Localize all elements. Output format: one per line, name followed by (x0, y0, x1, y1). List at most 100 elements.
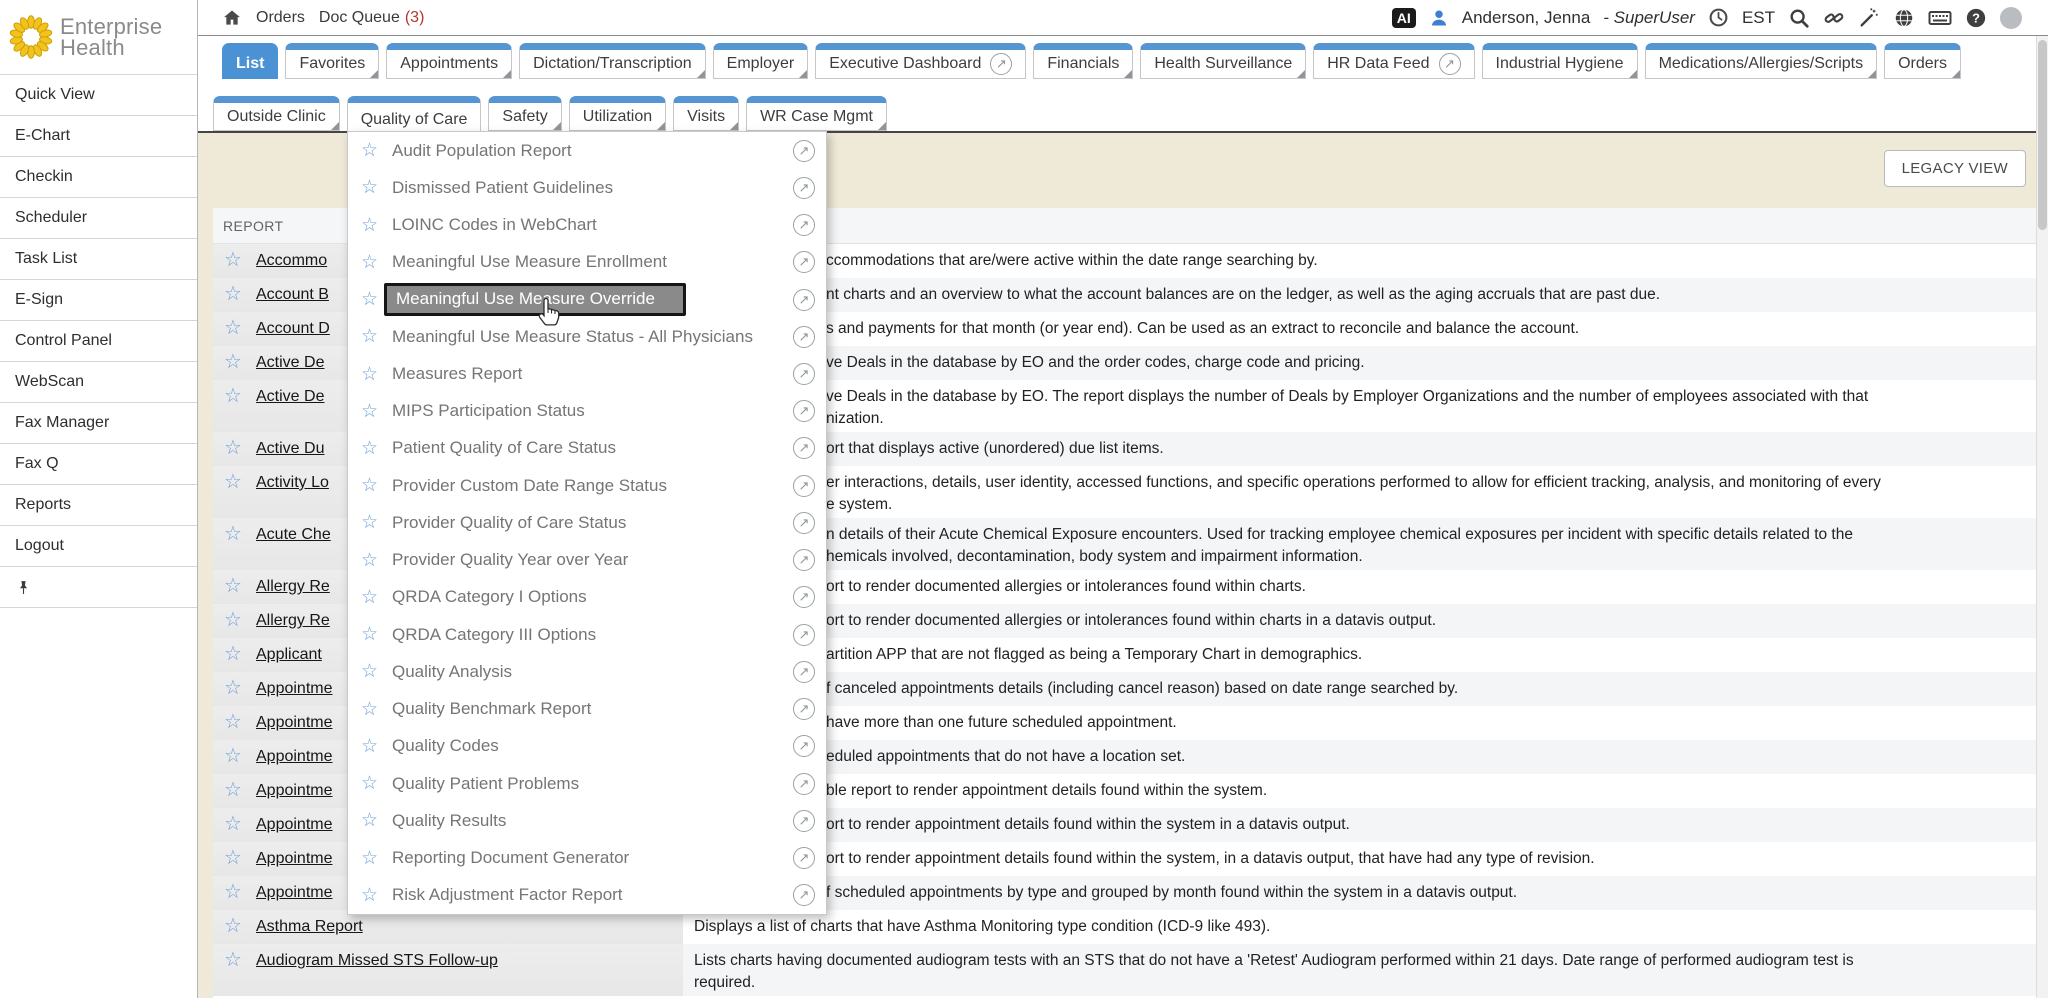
tab-favorites[interactable]: Favorites (285, 43, 379, 79)
tab-utilization[interactable]: Utilization (569, 96, 666, 131)
sidebar-item-quick-view[interactable]: Quick View (0, 75, 197, 116)
pushpin-icon[interactable] (15, 579, 32, 596)
keyboard-icon[interactable] (1928, 6, 1952, 30)
favorite-star-icon[interactable]: ☆ (361, 660, 385, 683)
favorite-star-icon[interactable]: ☆ (218, 847, 248, 876)
menu-item-risk-adjustment-factor-report[interactable]: ☆Risk Adjustment Factor Report↗ (348, 877, 826, 914)
open-report-icon[interactable]: ↗ (793, 698, 815, 720)
globe-icon[interactable] (1893, 7, 1915, 29)
favorite-star-icon[interactable]: ☆ (361, 884, 385, 907)
user-name[interactable]: Anderson, Jenna (1462, 8, 1591, 28)
menu-item-measures-report[interactable]: ☆Measures Report↗ (348, 355, 826, 392)
tab-safety[interactable]: Safety (488, 96, 561, 131)
sidebar-item-task-list[interactable]: Task List (0, 239, 197, 280)
report-link[interactable]: Allergy Re (256, 575, 330, 604)
tab-outside-clinic[interactable]: Outside Clinic (213, 96, 340, 131)
open-report-icon[interactable]: ↗ (793, 400, 815, 422)
favorite-star-icon[interactable]: ☆ (361, 474, 385, 497)
open-report-icon[interactable]: ↗ (793, 289, 815, 311)
sidebar-item-control-panel[interactable]: Control Panel (0, 321, 197, 362)
open-report-icon[interactable]: ↗ (793, 847, 815, 869)
report-link[interactable]: Appointme (256, 779, 333, 808)
tab-appointments[interactable]: Appointments (386, 43, 512, 79)
sidebar-item-e-chart[interactable]: E-Chart (0, 116, 197, 157)
open-report-icon[interactable]: ↗ (793, 140, 815, 162)
menu-item-provider-quality-of-care-status[interactable]: ☆Provider Quality of Care Status↗ (348, 504, 826, 541)
menu-item-provider-quality-year-over-year[interactable]: ☆Provider Quality Year over Year↗ (348, 542, 826, 579)
open-report-icon[interactable]: ↗ (793, 214, 815, 236)
menu-item-mips-participation-status[interactable]: ☆MIPS Participation Status↗ (348, 393, 826, 430)
sidebar-item-fax-q[interactable]: Fax Q (0, 444, 197, 485)
sidebar-item-logout[interactable]: Logout (0, 526, 197, 567)
ai-badge[interactable]: AI (1392, 8, 1416, 28)
report-link[interactable]: Applicant (256, 643, 322, 672)
tab-medications-allergies-scripts[interactable]: Medications/Allergies/Scripts (1645, 43, 1878, 79)
breadcrumb-doc-queue[interactable]: Doc Queue (319, 9, 400, 27)
menu-item-loinc-codes-in-webchart[interactable]: ☆LOINC Codes in WebChart↗ (348, 206, 826, 243)
scrollbar-thumb[interactable] (2038, 40, 2047, 230)
favorite-star-icon[interactable]: ☆ (218, 915, 248, 944)
open-report-icon[interactable]: ↗ (793, 363, 815, 385)
sidebar-item-webscan[interactable]: WebScan (0, 362, 197, 403)
report-link[interactable]: Appointme (256, 847, 333, 876)
favorite-star-icon[interactable]: ☆ (218, 677, 248, 706)
menu-item-meaningful-use-measure-status-all-physicians[interactable]: ☆Meaningful Use Measure Status - All Phy… (348, 318, 826, 355)
favorite-star-icon[interactable]: ☆ (218, 779, 248, 808)
report-link[interactable]: Audiogram Missed STS Follow-up (256, 949, 498, 996)
external-link-icon[interactable]: ↗ (990, 53, 1012, 75)
home-icon[interactable] (222, 8, 242, 28)
favorite-star-icon[interactable]: ☆ (218, 575, 248, 604)
favorite-star-icon[interactable]: ☆ (218, 813, 248, 842)
tab-visits[interactable]: Visits (673, 96, 739, 131)
menu-item-quality-analysis[interactable]: ☆Quality Analysis↗ (348, 653, 826, 690)
tab-industrial-hygiene[interactable]: Industrial Hygiene (1482, 43, 1638, 79)
favorite-star-icon[interactable]: ☆ (361, 139, 385, 162)
report-link[interactable]: Active De (256, 351, 324, 380)
menu-item-quality-benchmark-report[interactable]: ☆Quality Benchmark Report↗ (348, 691, 826, 728)
report-link[interactable]: Acute Che (256, 523, 331, 570)
user-icon[interactable] (1429, 8, 1449, 28)
sidebar-item-e-sign[interactable]: E-Sign (0, 280, 197, 321)
favorite-star-icon[interactable]: ☆ (361, 400, 385, 423)
favorite-star-icon[interactable]: ☆ (361, 549, 385, 572)
menu-item-meaningful-use-measure-override[interactable]: ☆Meaningful Use Measure Override↗ (348, 281, 826, 318)
report-link[interactable]: Appointme (256, 711, 333, 740)
report-link[interactable]: Accommo (256, 249, 327, 278)
tab-quality-of-care[interactable]: Quality of Care (347, 96, 482, 136)
open-report-icon[interactable]: ↗ (793, 884, 815, 906)
report-link[interactable]: Allergy Re (256, 609, 330, 638)
favorite-star-icon[interactable]: ☆ (218, 643, 248, 672)
menu-item-dismissed-patient-guidelines[interactable]: ☆Dismissed Patient Guidelines↗ (348, 169, 826, 206)
open-report-icon[interactable]: ↗ (793, 735, 815, 757)
favorite-star-icon[interactable]: ☆ (218, 437, 248, 466)
menu-item-meaningful-use-measure-enrollment[interactable]: ☆Meaningful Use Measure Enrollment↗ (348, 244, 826, 281)
favorite-star-icon[interactable]: ☆ (361, 847, 385, 870)
favorite-star-icon[interactable]: ☆ (361, 698, 385, 721)
report-link[interactable]: Appointme (256, 881, 333, 910)
search-icon[interactable] (1788, 7, 1810, 29)
favorite-star-icon[interactable]: ☆ (361, 325, 385, 348)
report-link[interactable]: Account D (256, 317, 330, 346)
report-link[interactable]: Account B (256, 283, 329, 312)
favorite-star-icon[interactable]: ☆ (218, 283, 248, 312)
report-link[interactable]: Active De (256, 385, 324, 432)
favorite-star-icon[interactable]: ☆ (361, 288, 385, 311)
menu-item-qrda-category-i-options[interactable]: ☆QRDA Category I Options↗ (348, 579, 826, 616)
menu-item-provider-custom-date-range-status[interactable]: ☆Provider Custom Date Range Status↗ (348, 467, 826, 504)
open-report-icon[interactable]: ↗ (793, 177, 815, 199)
favorite-star-icon[interactable]: ☆ (218, 711, 248, 740)
tab-executive-dashboard[interactable]: Executive Dashboard↗ (815, 43, 1026, 79)
menu-item-patient-quality-of-care-status[interactable]: ☆Patient Quality of Care Status↗ (348, 430, 826, 467)
sidebar-item-reports[interactable]: Reports (0, 485, 197, 526)
favorite-star-icon[interactable]: ☆ (218, 523, 248, 570)
help-icon[interactable]: ? (1965, 7, 1987, 29)
open-report-icon[interactable]: ↗ (793, 624, 815, 646)
link-icon[interactable] (1823, 7, 1845, 29)
legacy-view-button[interactable]: LEGACY VIEW (1884, 150, 2026, 187)
favorite-star-icon[interactable]: ☆ (361, 214, 385, 237)
favorite-star-icon[interactable]: ☆ (218, 317, 248, 346)
tab-health-surveillance[interactable]: Health Surveillance (1140, 43, 1306, 79)
open-report-icon[interactable]: ↗ (793, 251, 815, 273)
open-report-icon[interactable]: ↗ (793, 810, 815, 832)
tab-list[interactable]: List (222, 43, 278, 79)
